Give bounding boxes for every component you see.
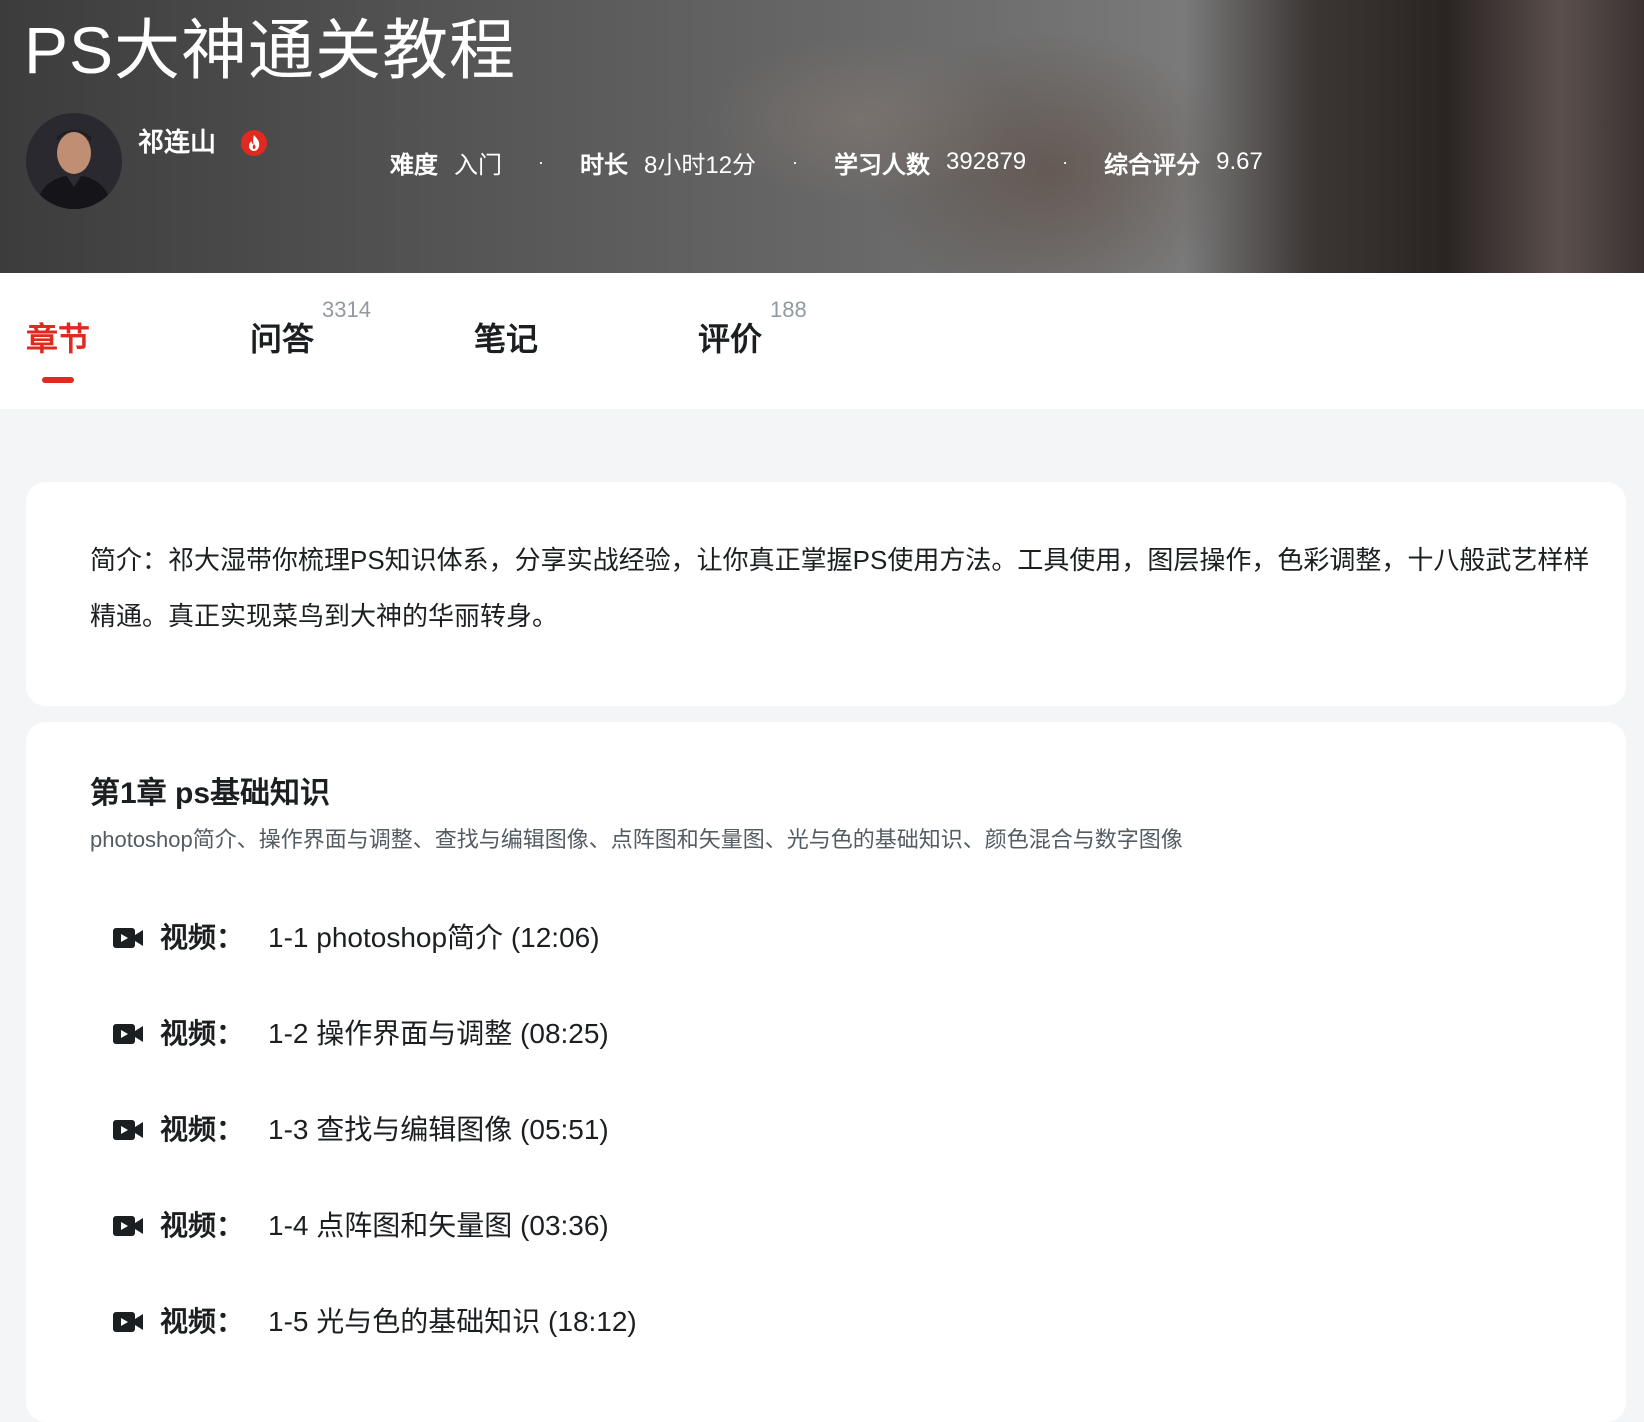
course-stats: 难度 入门 · 时长 8小时12分 · 学习人数 392879 · 综合评分 9… xyxy=(390,144,1263,180)
video-icon xyxy=(113,1216,143,1236)
chapter-title: 第1章 ps基础知识 xyxy=(90,777,331,810)
stat-separator: · xyxy=(792,151,799,172)
course-title: PS大神通关教程 xyxy=(24,13,517,87)
tab-label: 笔记 xyxy=(474,321,539,357)
stat-difficulty-value: 入门 xyxy=(454,151,502,179)
tab-notes[interactable]: 笔记 xyxy=(474,273,544,409)
video-icon xyxy=(113,928,143,948)
lesson-item[interactable]: 视频： 1-2 操作界面与调整 (08:25) xyxy=(112,1009,609,1059)
chapter-description: photoshop简介、操作界面与调整、查找与编辑图像、点阵图和矢量图、光与色的… xyxy=(90,827,1183,852)
lesson-type-label: 视频： xyxy=(160,1306,245,1337)
lesson-title: 1-1 photoshop简介 (12:06) xyxy=(268,922,600,953)
lesson-type-label: 视频： xyxy=(160,1018,245,1049)
stat-learners-value: 392879 xyxy=(946,148,1027,175)
tab-count-badge: 3314 xyxy=(322,297,371,322)
course-intro-card: 简介：祁大湿带你梳理PS知识体系，分享实战经验，让你真正掌握PS使用方法。工具使… xyxy=(26,482,1626,706)
lesson-item[interactable]: 视频： 1-1 photoshop简介 (12:06) xyxy=(112,913,600,963)
stat-rating-label: 综合评分 xyxy=(1104,151,1201,179)
lesson-type-label: 视频： xyxy=(160,922,245,953)
course-header: PS大神通关教程 祁连山 难度 入门 · 时长 8小时12分 · 学习人数 39… xyxy=(0,0,1644,273)
lesson-type-label: 视频： xyxy=(160,1114,245,1145)
lesson-item[interactable]: 视频： 1-4 点阵图和矢量图 (03:36) xyxy=(112,1201,609,1251)
avatar-image xyxy=(26,113,122,209)
chapter-card: 第1章 ps基础知识 photoshop简介、操作界面与调整、查找与编辑图像、点… xyxy=(26,722,1626,1422)
tab-label: 问答 xyxy=(250,321,315,357)
stat-duration-value: 8小时12分 xyxy=(644,151,757,179)
tab-label: 评价 xyxy=(698,321,763,357)
tab-chapters[interactable]: 章节 xyxy=(26,273,96,409)
lesson-title: 1-5 光与色的基础知识 (18:12) xyxy=(268,1306,637,1337)
flame-icon xyxy=(241,130,267,156)
lesson-item[interactable]: 视频： 1-5 光与色的基础知识 (18:12) xyxy=(112,1297,637,1347)
tab-count-badge: 188 xyxy=(770,297,807,322)
stat-rating-value: 9.67 xyxy=(1216,148,1263,175)
stat-learners-label: 学习人数 xyxy=(834,151,931,179)
stat-separator: · xyxy=(1062,151,1069,172)
lesson-title: 1-2 操作界面与调整 (08:25) xyxy=(268,1018,609,1049)
lesson-item[interactable]: 视频： 1-3 查找与编辑图像 (05:51) xyxy=(112,1105,609,1155)
stat-duration-label: 时长 xyxy=(580,151,628,179)
stat-difficulty-label: 难度 xyxy=(390,151,438,179)
tab-bar: 章节 问答 3314 笔记 评价 188 xyxy=(0,273,1644,409)
course-intro-text: 简介：祁大湿带你梳理PS知识体系，分享实战经验，让你真正掌握PS使用方法。工具使… xyxy=(90,545,1590,631)
video-icon xyxy=(113,1024,143,1044)
video-icon xyxy=(113,1312,143,1332)
lesson-title: 1-4 点阵图和矢量图 (03:36) xyxy=(268,1210,609,1241)
teacher-name[interactable]: 祁连山 xyxy=(138,124,216,160)
stat-separator: · xyxy=(538,151,544,172)
lesson-type-label: 视频： xyxy=(160,1210,245,1241)
active-tab-indicator xyxy=(42,377,74,383)
tab-reviews[interactable]: 评价 188 xyxy=(698,273,848,409)
video-icon xyxy=(113,1120,143,1140)
teacher-avatar[interactable] xyxy=(26,113,122,209)
tab-label: 章节 xyxy=(26,321,91,357)
lesson-title: 1-3 查找与编辑图像 (05:51) xyxy=(268,1114,609,1145)
tab-qa[interactable]: 问答 3314 xyxy=(250,273,400,409)
